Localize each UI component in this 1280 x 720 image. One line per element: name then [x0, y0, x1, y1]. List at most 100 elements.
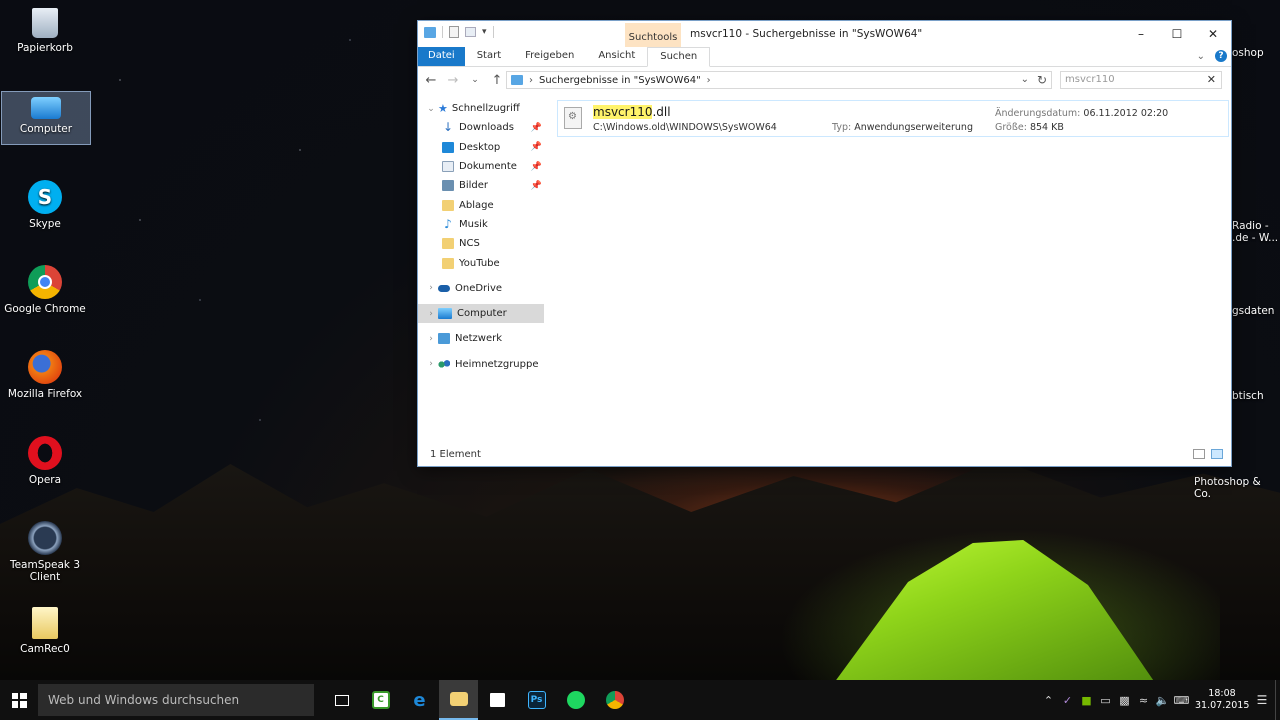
desktop-icon-label: Skype: [29, 218, 61, 230]
nav-item-youtube[interactable]: YouTube: [418, 253, 544, 272]
desktop-icon-label: Mozilla Firefox: [7, 388, 83, 400]
nav-onedrive[interactable]: › OneDrive: [418, 279, 544, 298]
homegroup-icon: [438, 358, 450, 370]
nav-item-pictures[interactable]: Bilder 📌: [418, 176, 544, 195]
taskbar-camtasia[interactable]: C: [361, 680, 400, 720]
taskbar-spotify[interactable]: [556, 680, 595, 720]
maximize-button[interactable]: ☐: [1159, 21, 1195, 47]
qat-dropdown-icon[interactable]: ▾: [482, 27, 487, 37]
photoshop-icon: Ps: [527, 691, 546, 709]
show-hidden-icons-icon[interactable]: ⌃: [1039, 694, 1058, 707]
nav-homegroup[interactable]: › Heimnetzgruppe: [418, 355, 544, 374]
battery-icon[interactable]: ▭: [1096, 694, 1115, 707]
desktop-icon-label: Radio -: [1232, 220, 1269, 232]
show-desktop-button[interactable]: [1275, 680, 1280, 720]
desktop-icon-photoshop-partial[interactable]: oshop: [1232, 47, 1264, 59]
chevron-right-icon[interactable]: ›: [424, 283, 438, 293]
details-view-icon[interactable]: [1193, 449, 1205, 459]
file-explorer-icon: [449, 692, 468, 706]
back-button[interactable]: ←: [424, 73, 438, 88]
tab-view[interactable]: Ansicht: [586, 47, 647, 66]
taskbar-file-explorer[interactable]: [439, 680, 478, 720]
taskbar-photoshop[interactable]: Ps: [517, 680, 556, 720]
breadcrumb-chevron-icon[interactable]: ›: [529, 75, 533, 86]
feather-icon[interactable]: ✓: [1058, 694, 1077, 707]
store-icon: [490, 693, 505, 707]
taskbar-store[interactable]: [478, 680, 517, 720]
properties-icon[interactable]: [449, 26, 459, 38]
desktop-icon-schreibtisch-partial[interactable]: btisch: [1232, 390, 1264, 402]
pin-icon: 📌: [530, 122, 542, 133]
nav-item-ablage[interactable]: Ablage: [418, 195, 544, 214]
size-value: 854 KB: [1029, 122, 1064, 133]
desktop-icon-label: Photoshop & Co.: [1194, 476, 1261, 500]
pin-icon: 📌: [530, 161, 542, 172]
tab-home[interactable]: Start: [465, 47, 513, 66]
new-folder-icon[interactable]: [465, 27, 476, 37]
taskbar-chrome[interactable]: [595, 680, 634, 720]
tab-file[interactable]: Datei: [418, 47, 465, 66]
desktop-icon-spieldaten-partial[interactable]: gsdaten: [1232, 305, 1274, 317]
nav-item-desktop[interactable]: Desktop 📌: [418, 138, 544, 157]
start-button[interactable]: [0, 680, 38, 720]
chevron-right-icon[interactable]: ›: [424, 359, 438, 369]
chevron-right-icon[interactable]: ›: [424, 334, 438, 344]
desktop-icon-photoshop-co[interactable]: Photoshop & Co.: [1194, 476, 1280, 500]
window-title: msvcr110 - Suchergebnisse in "SysWOW64": [690, 28, 923, 40]
breadcrumb-chevron-icon[interactable]: ›: [707, 75, 711, 86]
desktop-icon-skype[interactable]: S Skype: [0, 180, 90, 230]
address-bar[interactable]: › Suchergebnisse in "SysWOW64" › ⌄ ↻: [506, 71, 1052, 89]
keyboard-icon[interactable]: ⌨: [1172, 694, 1191, 707]
taskbar-search-box[interactable]: Web und Windows durchsuchen: [38, 684, 314, 716]
up-button[interactable]: ↑: [490, 73, 504, 88]
expand-ribbon-icon[interactable]: ⌄: [1197, 51, 1205, 62]
nav-item-documents[interactable]: Dokumente 📌: [418, 157, 544, 176]
nav-item-music[interactable]: ♪ Musik: [418, 215, 544, 234]
chevron-down-icon[interactable]: ⌄: [424, 104, 438, 114]
desktop-icon-radio-partial[interactable]: Radio -: [1232, 220, 1269, 232]
nav-item-ncs[interactable]: NCS: [418, 234, 544, 253]
folder-icon: [442, 257, 454, 269]
search-input[interactable]: msvcr110 ✕: [1060, 71, 1222, 89]
help-icon[interactable]: ?: [1215, 50, 1227, 62]
action-center-icon[interactable]: ☰: [1249, 693, 1275, 707]
chevron-right-icon[interactable]: ›: [424, 309, 438, 319]
nvidia-icon[interactable]: ■: [1077, 694, 1096, 707]
type-value: Anwendungserweiterung: [854, 122, 973, 133]
recent-locations-icon[interactable]: ⌄: [468, 75, 482, 85]
desktop-icon-computer[interactable]: Computer: [1, 91, 91, 145]
refresh-icon[interactable]: ↻: [1037, 73, 1047, 87]
desktop-icon-firefox[interactable]: Mozilla Firefox: [0, 350, 90, 400]
nav-quick-access[interactable]: ⌄ ★ Schnellzugriff: [418, 99, 544, 118]
context-tab-search-tools: Suchtools: [625, 23, 681, 47]
system-tray: ⌃ ✓ ■ ▭ ▩ ≈ 🔈 ⌨ 18:08 31.07.2015 ☰: [1039, 680, 1280, 720]
desktop-icon-recycle-bin[interactable]: Papierkorb: [0, 8, 90, 54]
task-view-button[interactable]: [322, 680, 361, 720]
file-icon: [32, 607, 58, 639]
tab-search[interactable]: Suchen: [647, 47, 711, 67]
taskbar-edge[interactable]: e: [400, 680, 439, 720]
content-view-icon[interactable]: [1211, 449, 1223, 459]
nav-computer[interactable]: › Computer: [418, 303, 544, 324]
minimize-button[interactable]: –: [1123, 21, 1159, 47]
nav-label: Dokumente: [459, 161, 517, 173]
close-button[interactable]: ✕: [1195, 21, 1231, 47]
tab-share[interactable]: Freigeben: [513, 47, 586, 66]
desktop-icon-label: gsdaten: [1232, 305, 1275, 317]
clear-search-icon[interactable]: ✕: [1207, 73, 1216, 86]
title-bar[interactable]: ▾ Suchtools msvcr110 - Suchergebnisse in…: [418, 21, 1231, 47]
breadcrumb-path[interactable]: Suchergebnisse in "SysWOW64": [539, 75, 701, 86]
wifi-icon[interactable]: ≈: [1134, 694, 1153, 707]
nav-item-downloads[interactable]: ↓ Downloads 📌: [418, 118, 544, 137]
desktop-icon-chrome[interactable]: Google Chrome: [0, 265, 90, 315]
volume-icon[interactable]: 🔈: [1153, 694, 1172, 707]
forward-button[interactable]: →: [446, 73, 460, 88]
search-result-item[interactable]: msvcr110.dll C:\Windows.old\WINDOWS\SysW…: [557, 100, 1229, 137]
desktop-icon-camrec[interactable]: CamRec0: [0, 607, 90, 655]
address-dropdown-icon[interactable]: ⌄: [1021, 74, 1029, 85]
nav-network[interactable]: › Netzwerk: [418, 329, 544, 348]
display-icon[interactable]: ▩: [1115, 694, 1134, 707]
desktop-icon-opera[interactable]: Opera: [0, 436, 90, 486]
desktop-icon-teamspeak[interactable]: TeamSpeak 3 Client: [0, 521, 90, 583]
clock[interactable]: 18:08 31.07.2015: [1195, 688, 1249, 712]
